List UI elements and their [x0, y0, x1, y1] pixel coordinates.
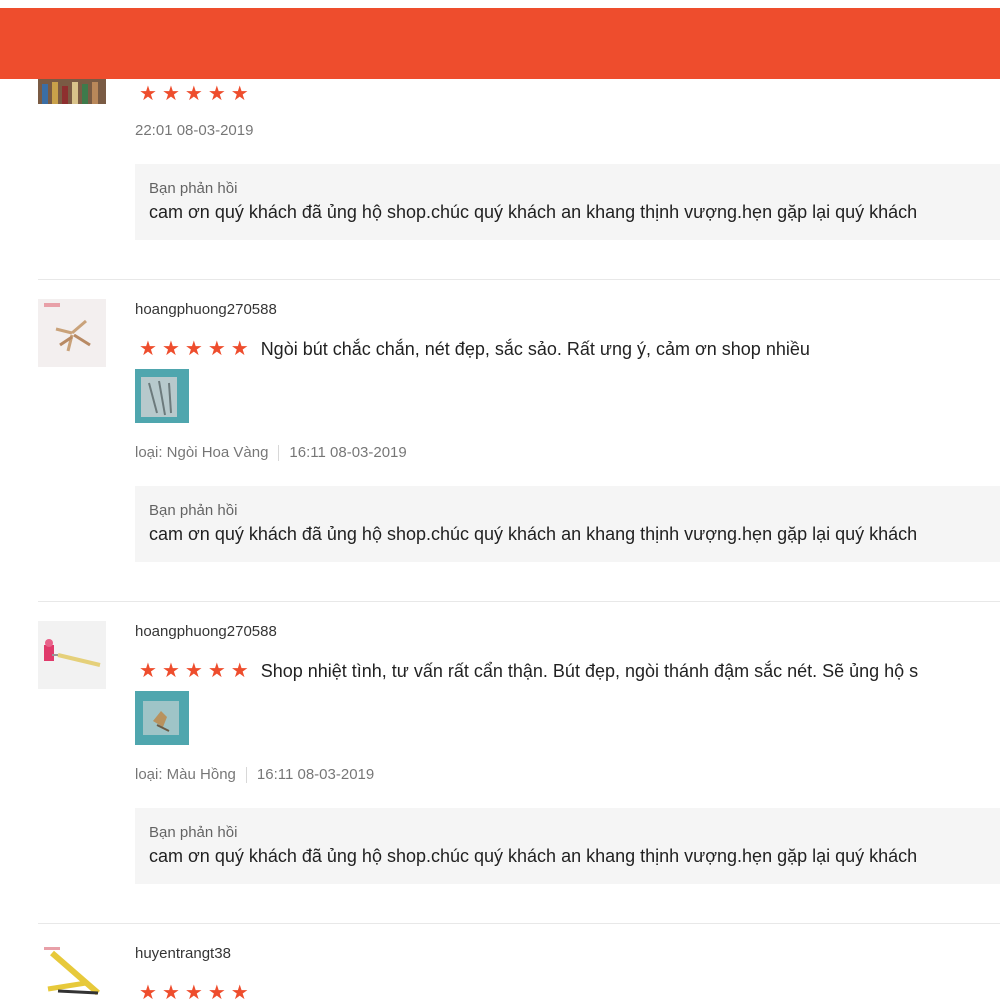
reviewer-username[interactable]: hoangphuong270588 — [135, 301, 277, 318]
review-meta: loại: Màu Hồng 16:11 08-03-2019 — [135, 766, 374, 783]
reviewer-username[interactable]: huyentrangt38 — [135, 945, 231, 962]
reply-label: Bạn phản hồi — [149, 824, 238, 841]
variant-label: loại: Ngòi Hoa Vàng — [135, 444, 269, 461]
star-icon: ★ — [207, 83, 226, 105]
avatar[interactable] — [38, 299, 106, 367]
star-icon: ★ — [230, 660, 249, 682]
star-icon: ★ — [230, 338, 249, 360]
star-icon: ★ — [184, 982, 203, 1004]
star-icon: ★ — [184, 338, 203, 360]
meta-separator — [245, 766, 247, 783]
seller-reply: Bạn phản hồi cam ơn quý khách đã ủng hộ … — [135, 808, 1000, 884]
meta-separator — [278, 444, 280, 461]
top-edge — [0, 0, 1000, 8]
avatar[interactable] — [38, 943, 106, 1000]
reply-label: Bạn phản hồi — [149, 180, 238, 197]
star-icon: ★ — [207, 660, 226, 682]
star-icon: ★ — [184, 83, 203, 105]
review-photo[interactable] — [135, 369, 189, 423]
divider — [38, 279, 1000, 280]
rating-row: ★ ★ ★ ★ ★ — [135, 981, 261, 1005]
star-icon: ★ — [161, 660, 180, 682]
header-bar — [0, 8, 1000, 79]
star-icon: ★ — [207, 982, 226, 1004]
reply-text: cam ơn quý khách đã ủng hộ shop.chúc quý… — [149, 524, 918, 544]
star-icon: ★ — [139, 83, 157, 105]
rating-row: ★ ★ ★ ★ ★ Shop nhiệt tình, tư vấn rất cẩ… — [135, 659, 918, 683]
review-photo[interactable] — [135, 691, 189, 745]
star-rating: ★ ★ ★ ★ ★ — [139, 661, 249, 681]
reviewer-username[interactable]: hoangphuong270588 — [135, 623, 277, 640]
star-icon: ★ — [230, 982, 249, 1004]
star-icon: ★ — [207, 338, 226, 360]
star-icon: ★ — [161, 982, 180, 1004]
star-icon: ★ — [139, 660, 157, 682]
seller-reply: Bạn phản hồi cam ơn quý khách đã ủng hộ … — [135, 486, 1000, 562]
star-rating: ★ ★ ★ ★ ★ — [139, 983, 249, 1003]
review-date: 16:11 08-03-2019 — [289, 444, 407, 461]
avatar[interactable] — [38, 621, 106, 689]
star-icon: ★ — [184, 660, 203, 682]
star-icon: ★ — [230, 83, 249, 105]
reply-text: cam ơn quý khách đã ủng hộ shop.chúc quý… — [149, 846, 918, 866]
star-icon: ★ — [139, 982, 157, 1004]
review-meta: 22:01 08-03-2019 — [135, 122, 253, 139]
divider — [38, 601, 1000, 602]
seller-reply: Bạn phản hồi cam ơn quý khách đã ủng hộ … — [135, 164, 1000, 240]
review-date: 22:01 08-03-2019 — [135, 122, 254, 139]
rating-row: ★ ★ ★ ★ ★ — [135, 82, 261, 106]
star-icon: ★ — [139, 338, 157, 360]
star-icon: ★ — [161, 83, 180, 105]
star-icon: ★ — [161, 338, 180, 360]
review-comment: Ngòi bút chắc chắn, nét đẹp, sắc sảo. Rấ… — [260, 338, 810, 359]
star-rating: ★ ★ ★ ★ ★ — [139, 339, 249, 359]
reply-label: Bạn phản hồi — [149, 502, 238, 519]
star-rating: ★ ★ ★ ★ ★ — [139, 84, 249, 104]
rating-row: ★ ★ ★ ★ ★ Ngòi bút chắc chắn, nét đẹp, s… — [135, 337, 810, 361]
review-comment: Shop nhiệt tình, tư vấn rất cẩn thận. Bú… — [260, 660, 919, 681]
review-meta: loại: Ngòi Hoa Vàng 16:11 08-03-2019 — [135, 444, 407, 461]
reply-text: cam ơn quý khách đã ủng hộ shop.chúc quý… — [149, 202, 918, 222]
review-date: 16:11 08-03-2019 — [256, 766, 375, 783]
variant-label: loại: Màu Hồng — [135, 766, 236, 783]
divider — [38, 923, 1000, 924]
